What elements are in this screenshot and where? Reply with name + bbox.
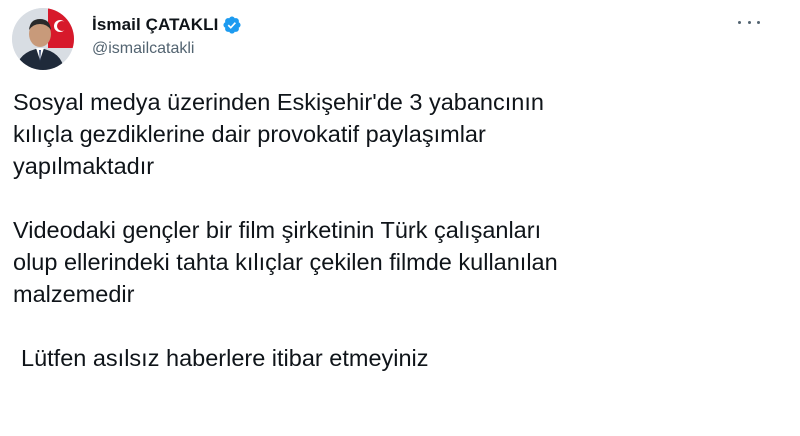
name-row: İsmail ÇATAKLI — [92, 14, 242, 36]
profile-photo-icon — [12, 8, 74, 70]
tweet-card: İsmail ÇATAKLI @ismailcatakli Sosyal med… — [0, 0, 800, 436]
text-line: Videodaki gençler bir film şirketinin Tü… — [13, 217, 542, 243]
paragraph-2: Videodaki gençler bir film şirketinin Tü… — [13, 214, 773, 310]
text-line: malzemedir — [13, 281, 135, 307]
more-options-icon[interactable] — [738, 14, 760, 30]
display-name[interactable]: İsmail ÇATAKLI — [92, 15, 218, 35]
user-info: İsmail ÇATAKLI @ismailcatakli — [92, 14, 242, 58]
text-line: yapılmaktadır — [13, 153, 155, 179]
tweet-text: Sosyal medya üzerinden Eskişehir'de 3 ya… — [13, 86, 773, 374]
text-line: Sosyal medya üzerinden Eskişehir'de 3 ya… — [13, 89, 544, 115]
text-line: olup ellerindeki tahta kılıçlar çekilen … — [13, 249, 558, 275]
paragraph-1: Sosyal medya üzerinden Eskişehir'de 3 ya… — [13, 86, 773, 182]
text-line: kılıçla gezdiklerine dair provokatif pay… — [13, 121, 486, 147]
verified-badge-icon — [222, 15, 242, 35]
handle[interactable]: @ismailcatakli — [92, 40, 242, 58]
text-line: Lütfen asılsız haberlere itibar etmeyini… — [21, 345, 429, 371]
avatar[interactable] — [12, 8, 74, 70]
paragraph-3: Lütfen asılsız haberlere itibar etmeyini… — [13, 342, 773, 374]
